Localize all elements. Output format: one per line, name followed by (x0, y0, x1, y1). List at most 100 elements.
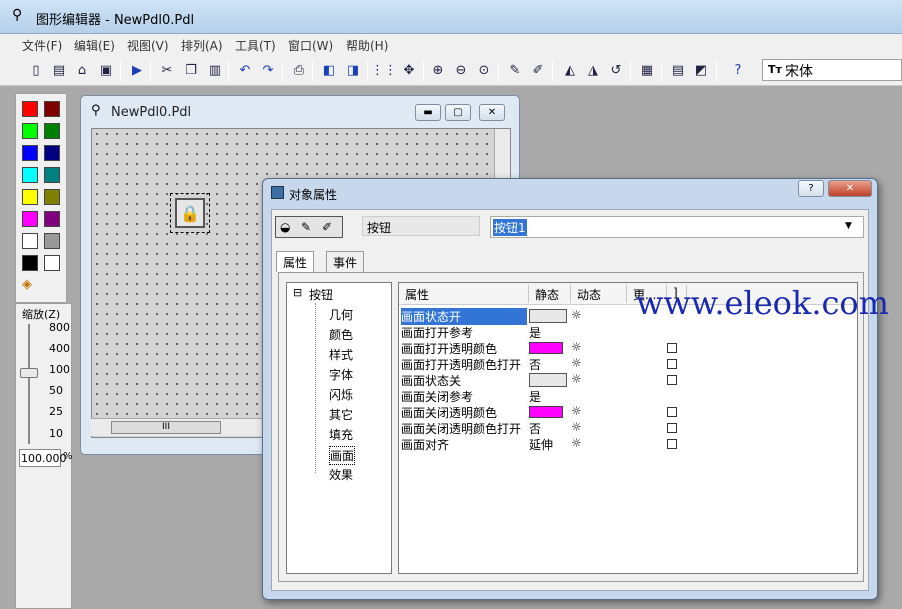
zoom-slider-thumb[interactable] (20, 368, 38, 378)
open-icon[interactable]: ⌂ (72, 60, 92, 80)
rotate-icon[interactable]: ↺ (606, 60, 626, 80)
checkbox[interactable] (667, 359, 677, 369)
zoom-out-icon[interactable]: ⊖ (451, 60, 471, 80)
menu-file[interactable]: 文件(F) (22, 37, 62, 54)
color-swatch[interactable] (22, 211, 38, 227)
undo-icon[interactable]: ↶ (235, 60, 255, 80)
redo-icon[interactable]: ↷ (258, 60, 278, 80)
zoom-fit-icon[interactable]: ⊙ (474, 60, 494, 80)
color-swatch[interactable] (44, 233, 60, 249)
property-value[interactable]: 是 (529, 324, 541, 341)
property-value[interactable]: 否 (529, 356, 541, 373)
table-row[interactable]: 画面关闭参考 是 (401, 388, 701, 404)
column-header[interactable]: 动态 (571, 285, 627, 303)
bring-front-icon[interactable]: ◧ (319, 60, 339, 80)
app-title-bar[interactable]: ⚲ 图形编辑器 - NewPdl0.Pdl (0, 0, 902, 34)
pick-icon[interactable]: ✎ (505, 60, 525, 80)
new-template-icon[interactable]: ▤ (49, 60, 69, 80)
pick2-icon[interactable]: ✐ (528, 60, 548, 80)
bulb-icon[interactable]: ☼ (571, 340, 582, 354)
table-row[interactable]: 画面关闭透明颜色 ☼ (401, 404, 701, 420)
zoom-tick[interactable]: 100 (49, 363, 70, 376)
snap-icon[interactable]: ✥ (399, 60, 419, 80)
color-swatch[interactable] (44, 255, 60, 271)
tree-root[interactable]: 按钮 (309, 286, 333, 303)
font-selector[interactable]: Tт 宋体 (762, 59, 902, 81)
color-picker-icon[interactable]: ◈ (22, 277, 32, 292)
minimize-button[interactable]: ▬ (415, 104, 441, 121)
zoom-tick[interactable]: 25 (49, 405, 63, 418)
bulb-icon[interactable]: ☼ (571, 308, 582, 322)
help-button[interactable]: ? (798, 180, 824, 197)
scroll-grip[interactable]: III (111, 421, 221, 434)
list-icon[interactable]: ▤ (668, 60, 688, 80)
copy-icon[interactable]: ❐ (181, 60, 201, 80)
color-swatch[interactable] (22, 167, 38, 183)
property-value[interactable]: 否 (529, 420, 541, 437)
menu-tools[interactable]: 工具(T) (235, 37, 276, 54)
button-image-value[interactable] (529, 309, 567, 323)
help-icon[interactable]: ? (728, 60, 748, 80)
table-row[interactable]: 画面打开透明颜色 ☼ (401, 340, 701, 356)
new-icon[interactable]: ▯ (26, 60, 46, 80)
send-back-icon[interactable]: ◨ (343, 60, 363, 80)
tree-item[interactable]: 闪烁 (329, 386, 353, 403)
checkbox[interactable] (667, 439, 677, 449)
tree-item[interactable]: 字体 (329, 366, 353, 383)
bulb-icon[interactable]: ☼ (571, 404, 582, 418)
cut-icon[interactable]: ✂ (157, 60, 177, 80)
tree-item[interactable]: 其它 (329, 406, 353, 423)
pick-icon[interactable]: ✎ (301, 220, 311, 234)
tab-events[interactable]: 事件 (326, 251, 365, 272)
zoom-slider-track[interactable] (28, 324, 30, 444)
checkbox[interactable] (667, 407, 677, 417)
align-icon[interactable]: ▦ (637, 60, 657, 80)
table-row[interactable]: 画面关闭透明颜色打开 否 ☼ (401, 420, 701, 436)
zoom-tick[interactable]: 50 (49, 384, 63, 397)
menu-view[interactable]: 视图(V) (127, 37, 169, 54)
bulb-icon[interactable]: ☼ (571, 356, 582, 370)
tree-item[interactable]: 填充 (329, 426, 353, 443)
maximize-button[interactable]: ▢ (445, 104, 471, 121)
property-value[interactable]: 延伸 (529, 436, 553, 453)
selected-object[interactable]: 🔒 (170, 193, 210, 233)
column-header[interactable]: 静态 (529, 285, 571, 303)
close-button[interactable]: ✕ (828, 180, 872, 197)
palette-icon[interactable]: ◩ (691, 60, 711, 80)
color-value[interactable] (529, 342, 563, 354)
tree-item[interactable]: 颜色 (329, 326, 353, 343)
zoom-tick[interactable]: 400 (49, 342, 70, 355)
tree-item-selected[interactable]: 画面 (329, 446, 356, 465)
zoom-value-input[interactable]: 100.000 (19, 449, 67, 467)
menu-arrange[interactable]: 排列(A) (181, 37, 223, 54)
bulb-icon[interactable]: ☼ (571, 420, 582, 434)
table-row[interactable]: 画面对齐 延伸 ☼ (401, 436, 701, 452)
color-swatch[interactable] (44, 123, 60, 139)
print-icon[interactable]: ⎙ (289, 60, 309, 80)
checkbox[interactable] (667, 343, 677, 353)
close-button[interactable]: ✕ (479, 104, 505, 121)
lock-icon[interactable]: 🔒 (175, 198, 205, 228)
color-swatch[interactable] (22, 123, 38, 139)
color-swatch[interactable] (44, 189, 60, 205)
color-swatch[interactable] (22, 101, 38, 117)
button-image-value[interactable] (529, 373, 567, 387)
table-row[interactable]: 画面打开参考 是 (401, 324, 701, 340)
flip-v-icon[interactable]: ◮ (583, 60, 603, 80)
tree-item[interactable]: 几何 (329, 306, 353, 323)
menu-window[interactable]: 窗口(W) (288, 37, 333, 54)
table-row[interactable]: 画面打开透明颜色打开 否 ☼ (401, 356, 701, 372)
property-value[interactable]: 是 (529, 388, 541, 405)
paste-icon[interactable]: ▥ (205, 60, 225, 80)
save-icon[interactable]: ▣ (96, 60, 116, 80)
tree-item[interactable]: 效果 (329, 466, 353, 483)
color-swatch[interactable] (22, 189, 38, 205)
chevron-down-icon[interactable]: ▼ (845, 221, 852, 231)
grid-icon[interactable]: ⋮⋮ (371, 60, 397, 80)
tree-item[interactable]: 样式 (329, 346, 353, 363)
tree-expander-icon[interactable]: ⊟ (293, 286, 302, 299)
bulb-icon[interactable]: ☼ (571, 436, 582, 450)
color-swatch[interactable] (44, 167, 60, 183)
column-header[interactable]: 属性 (399, 285, 529, 303)
color-swatch[interactable] (22, 255, 38, 271)
